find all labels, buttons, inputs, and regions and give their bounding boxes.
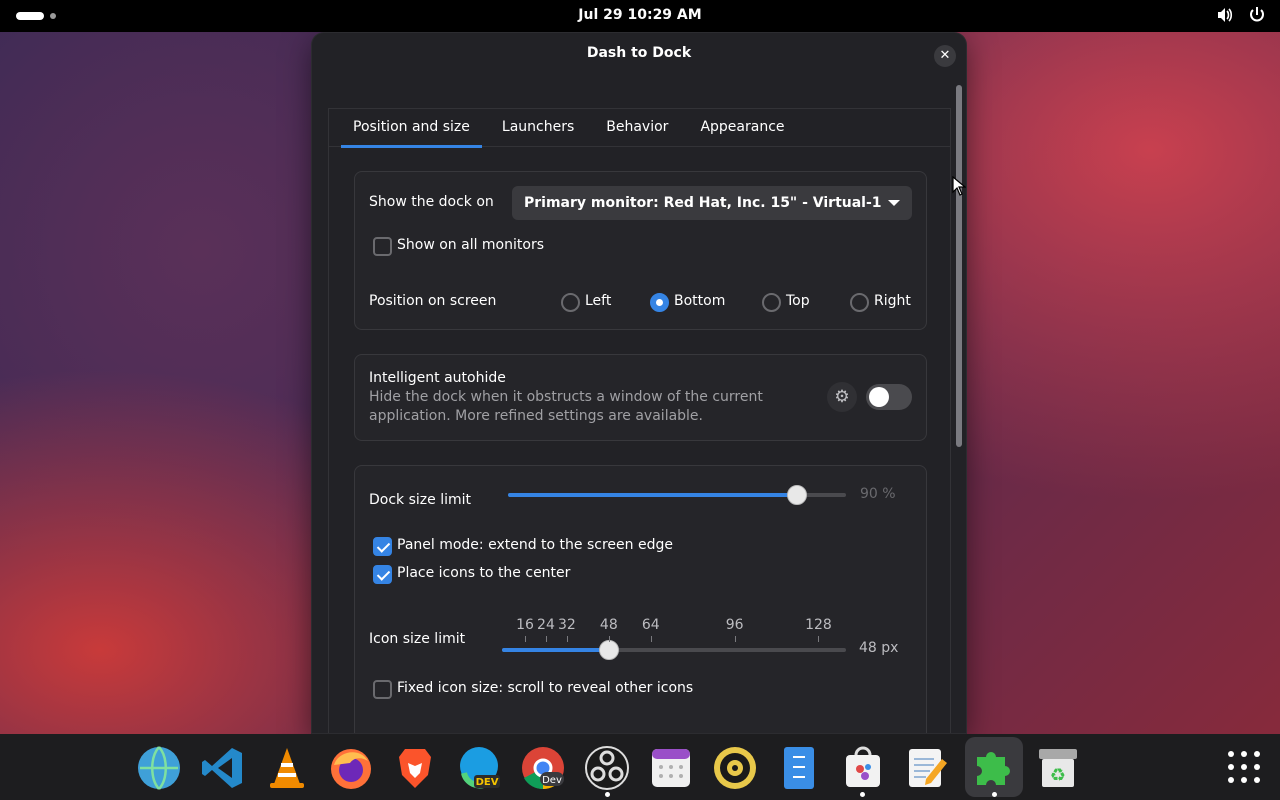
tab-appearance[interactable]: Appearance <box>688 109 796 147</box>
position-top-radio[interactable] <box>762 293 781 312</box>
monitor-dropdown[interactable]: Primary monitor: Red Hat, Inc. 15" - Vir… <box>512 186 912 220</box>
text-editor-icon[interactable] <box>904 745 950 791</box>
obs-icon[interactable] <box>584 745 630 791</box>
speaker-icon[interactable] <box>712 745 758 791</box>
running-indicator <box>992 792 997 797</box>
autohide-switch[interactable] <box>866 384 912 410</box>
tab-position-and-size[interactable]: Position and size <box>341 109 482 148</box>
calendar-icon[interactable] <box>648 745 694 791</box>
show-apps-icon[interactable] <box>1228 751 1260 783</box>
dock-size-slider[interactable] <box>508 485 846 505</box>
position-left-label[interactable]: Left <box>585 293 611 309</box>
top-bar: Jul 29 10:29 AM <box>0 0 1280 32</box>
window-title: Dash to Dock <box>586 45 692 61</box>
icon-size-mark: 128 <box>805 617 832 633</box>
settings-notebook: Position and size Launchers Behavior App… <box>328 108 951 733</box>
position-bottom-label[interactable]: Bottom <box>674 293 725 309</box>
dock-size-value: 90 % <box>860 486 896 502</box>
system-tray[interactable] <box>1216 6 1266 24</box>
dock <box>0 734 1280 800</box>
position-bottom-radio[interactable] <box>650 293 669 312</box>
tab-behavior[interactable]: Behavior <box>594 109 680 147</box>
monitor-dropdown-value: Primary monitor: Red Hat, Inc. 15" - Vir… <box>524 195 882 211</box>
icon-size-tick <box>650 636 652 642</box>
dropdown-arrow-icon <box>888 200 900 206</box>
dock-size-slider-thumb[interactable] <box>786 485 807 505</box>
icon-size-mark: 48 <box>599 617 618 633</box>
volume-icon <box>1218 8 1233 22</box>
dock-size-limit-label: Dock size limit <box>369 492 471 508</box>
center-icons-label[interactable]: Place icons to the center <box>397 565 570 581</box>
all-monitors-checkbox[interactable] <box>373 237 392 256</box>
dash-to-dock-window: Dash to Dock ✕ Position and size Launche… <box>312 33 966 733</box>
edge-dev-icon[interactable]: DEV <box>456 745 502 791</box>
tab-bar: Position and size Launchers Behavior App… <box>329 109 950 148</box>
position-left-radio[interactable] <box>561 293 580 312</box>
trash-icon[interactable]: ♻ <box>1035 745 1081 791</box>
icon-size-mark: 64 <box>641 617 660 633</box>
autohide-settings-button[interactable]: ⚙ <box>827 382 857 412</box>
icon-size-tick <box>608 636 610 642</box>
icon-size-value: 48 px <box>859 640 899 656</box>
brave-icon[interactable] <box>392 745 438 791</box>
panel-mode-label[interactable]: Panel mode: extend to the screen edge <box>397 537 673 553</box>
switch-knob <box>869 387 889 407</box>
icon-size-tick <box>734 636 736 642</box>
icon-size-slider[interactable] <box>502 640 846 660</box>
autohide-description-line1: Hide the dock when it obstructs a window… <box>369 389 763 405</box>
fixed-icon-size-label[interactable]: Fixed icon size: scroll to reveal other … <box>397 680 693 696</box>
vscode-icon[interactable] <box>200 745 246 791</box>
svg-text:♻: ♻ <box>1050 765 1066 786</box>
position-right-label[interactable]: Right <box>874 293 911 309</box>
position-right-radio[interactable] <box>850 293 869 312</box>
firefox-icon[interactable] <box>328 745 374 791</box>
chrome-dev-icon[interactable]: Dev <box>520 745 566 791</box>
size-card: Dock size limit 90 % Panel mode: extend … <box>354 465 927 733</box>
globe-browser-icon[interactable] <box>136 745 182 791</box>
fixed-icon-size-checkbox[interactable] <box>373 680 392 699</box>
monitor-position-card: Show the dock on Primary monitor: Red Ha… <box>354 171 927 330</box>
autohide-card: Intelligent autohide Hide the dock when … <box>354 354 927 441</box>
vlc-icon[interactable] <box>264 745 310 791</box>
position-top-label[interactable]: Top <box>786 293 810 309</box>
gear-icon: ⚙ <box>834 387 850 407</box>
autohide-description-line2: application. More refined settings are a… <box>369 408 703 424</box>
icon-size-mark: 96 <box>725 617 744 633</box>
all-monitors-label[interactable]: Show on all monitors <box>397 237 544 253</box>
position-label: Position on screen <box>369 293 497 309</box>
svg-text:Dev: Dev <box>542 775 562 786</box>
svg-text:DEV: DEV <box>476 777 499 788</box>
icon-size-tick <box>818 636 820 642</box>
panel-mode-checkbox[interactable] <box>373 537 392 556</box>
center-icons-checkbox[interactable] <box>373 565 392 584</box>
icon-size-slider-fill <box>502 648 609 652</box>
close-icon: ✕ <box>939 48 951 63</box>
icon-size-mark: 16 <box>516 617 534 633</box>
power-icon <box>1250 7 1264 22</box>
show-dock-on-label: Show the dock on <box>369 194 494 210</box>
clock[interactable]: Jul 29 10:29 AM <box>0 7 1280 23</box>
icon-size-mark: 24 <box>537 617 555 633</box>
software-store-icon[interactable] <box>840 745 886 791</box>
icon-size-tick <box>525 636 526 642</box>
icon-size-limit-label: Icon size limit <box>369 631 466 647</box>
close-button[interactable]: ✕ <box>934 45 956 67</box>
icon-size-slider-thumb[interactable] <box>598 640 619 660</box>
mouse-cursor-icon <box>952 176 966 196</box>
icon-size-tick <box>545 636 547 642</box>
window-scrollbar[interactable] <box>956 85 962 447</box>
extensions-icon[interactable] <box>971 745 1017 791</box>
icon-size-mark: 32 <box>558 617 576 633</box>
autohide-title: Intelligent autohide <box>369 370 506 386</box>
file-manager-icon[interactable] <box>776 745 822 791</box>
tab-launchers[interactable]: Launchers <box>490 109 586 147</box>
icon-size-tick <box>566 636 568 642</box>
running-indicator <box>860 792 865 797</box>
running-indicator <box>605 792 610 797</box>
dock-size-slider-fill <box>508 493 797 497</box>
